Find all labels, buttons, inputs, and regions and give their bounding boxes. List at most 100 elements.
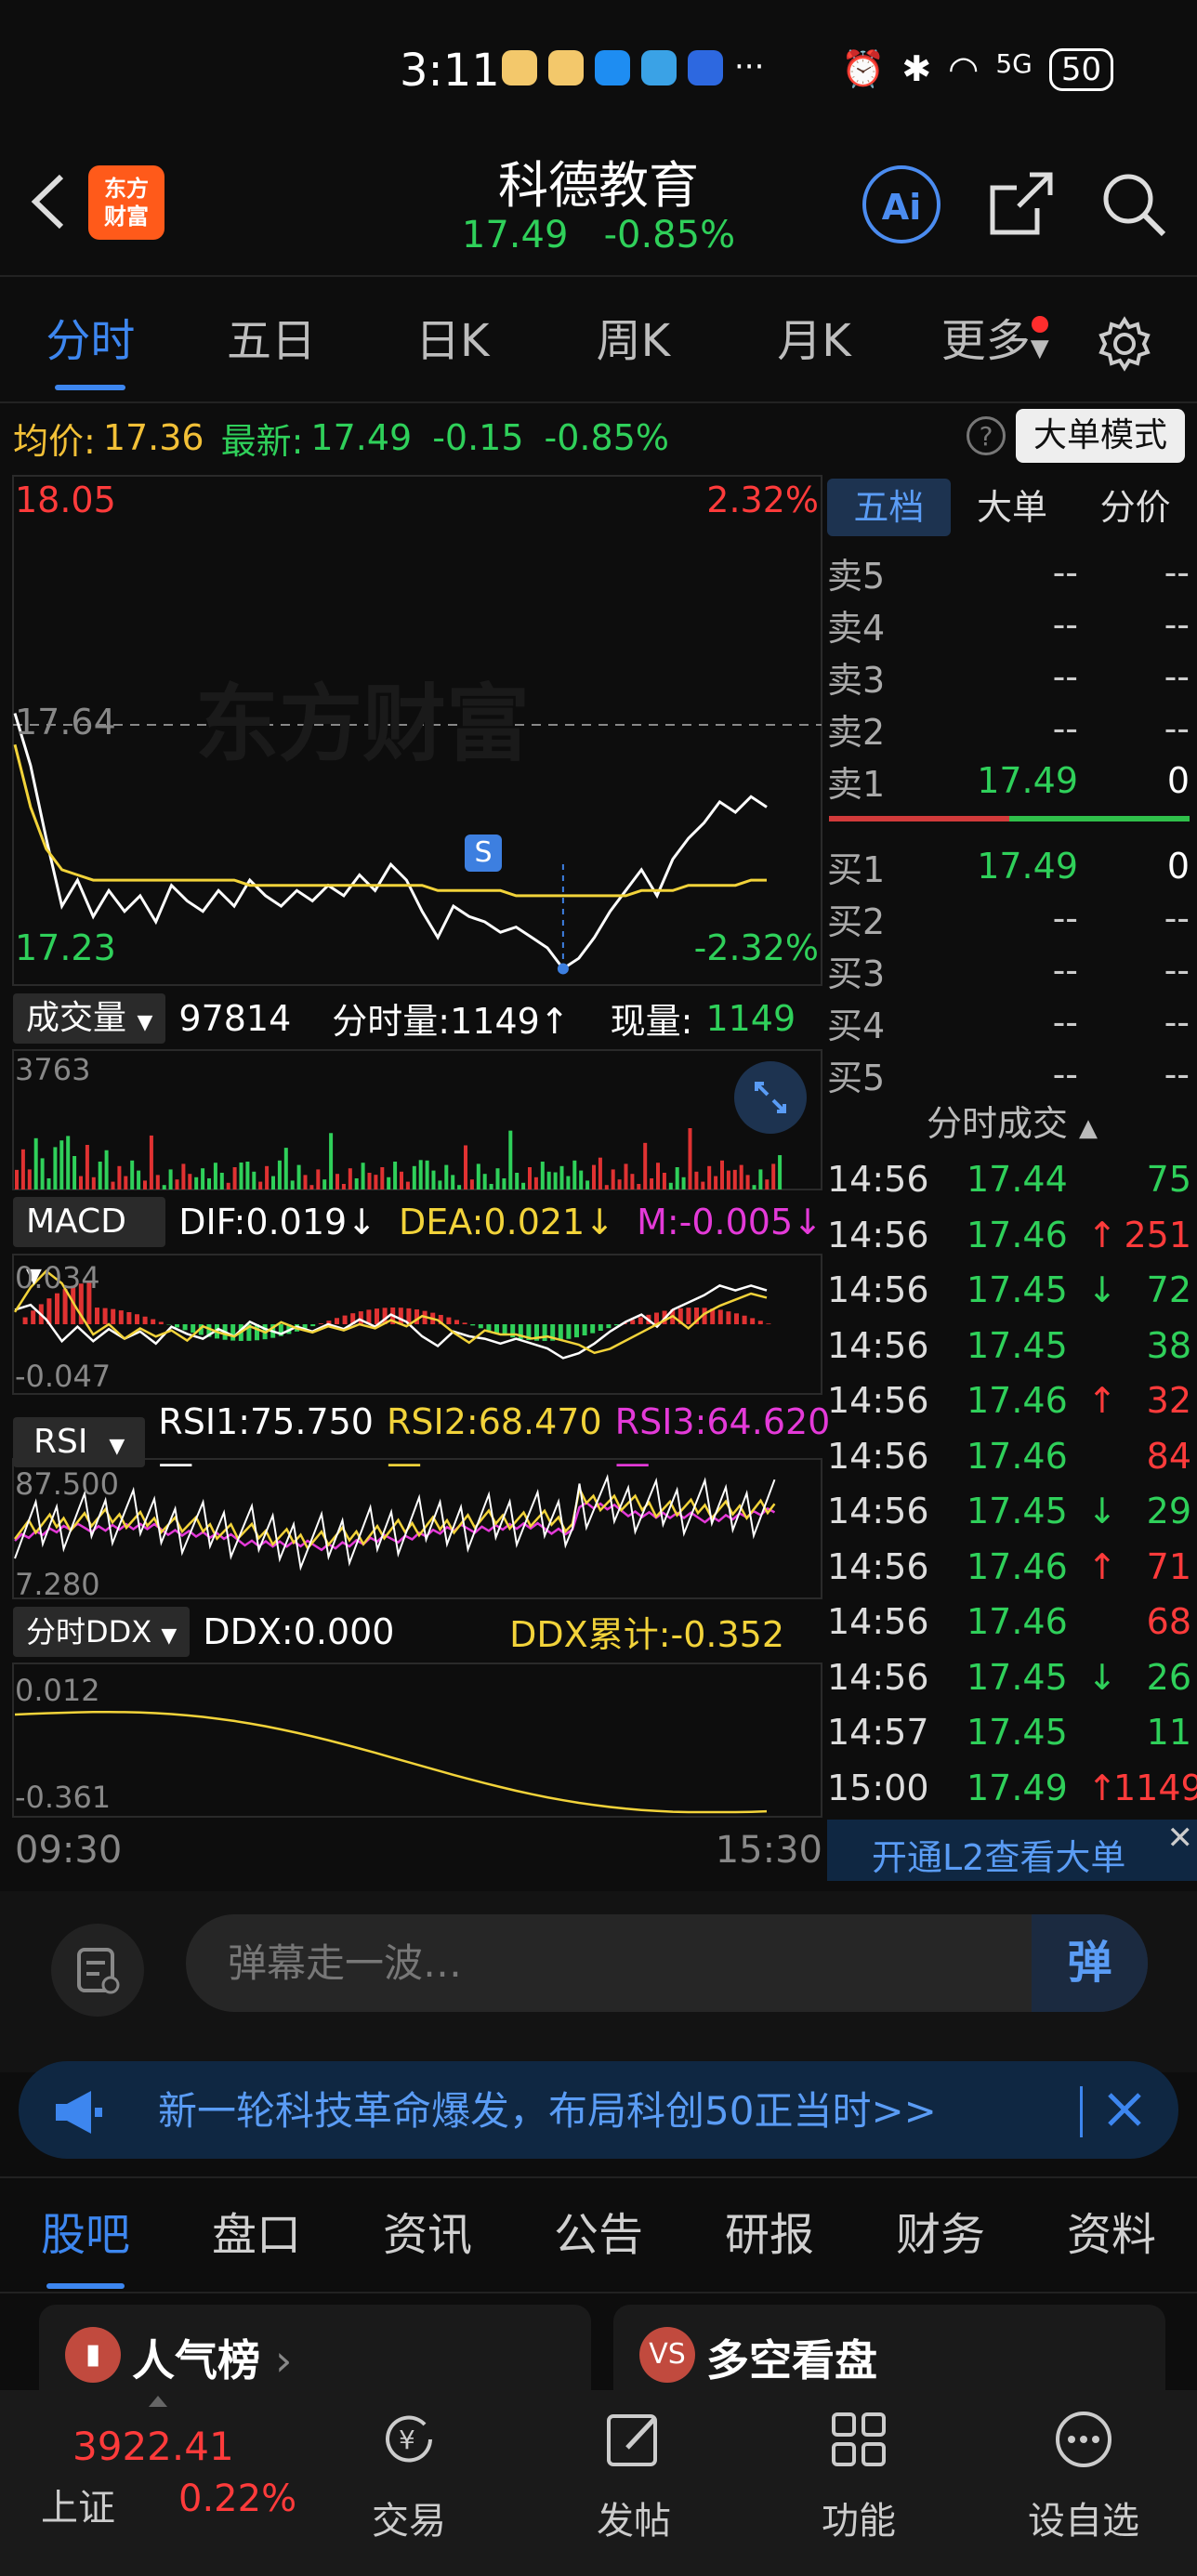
macd-bar xyxy=(118,1310,124,1324)
banner-text[interactable]: 新一轮科技革命爆发，布局科创50正当时>> xyxy=(158,2080,937,2136)
share-icon[interactable] xyxy=(983,167,1058,242)
tab-more[interactable]: 更多▼ xyxy=(904,283,1085,400)
l2-link-bar[interactable]: 开通L2查看大单 ✕ xyxy=(827,1820,1197,1881)
macd-m: M:-0.005↓ xyxy=(637,1202,822,1242)
macd-bar xyxy=(191,1324,196,1334)
volume-max-label: 3763 xyxy=(15,1052,91,1087)
ai-assistant-icon[interactable]: Ai xyxy=(862,165,940,243)
edit-icon xyxy=(607,2414,657,2466)
app-icon xyxy=(641,50,677,85)
help-icon[interactable]: ? xyxy=(967,416,1006,455)
banner-close-icon[interactable] xyxy=(1097,2082,1152,2137)
volume-bar xyxy=(124,1176,128,1189)
ask-row: 卖2 -- -- xyxy=(827,708,1190,753)
subtab-finance[interactable]: 财务 xyxy=(855,2184,1026,2291)
volume-bar xyxy=(444,1164,449,1189)
rsi3: RSI3:64.620— xyxy=(614,1401,831,1483)
subtab-profile[interactable]: 资料 xyxy=(1026,2184,1197,2291)
macd-bar xyxy=(686,1308,691,1324)
tab-intraday[interactable]: 分时 xyxy=(0,283,181,400)
volume-bar xyxy=(309,1185,314,1189)
rsi1-line xyxy=(14,1473,776,1571)
volume-bar xyxy=(207,1178,211,1189)
index-pct[interactable]: 0.22% xyxy=(178,2477,296,2520)
subtab-forum[interactable]: 股吧 xyxy=(0,2184,171,2291)
expand-icon[interactable] xyxy=(734,1061,807,1134)
macd-selector[interactable]: MACD ▼ xyxy=(13,1197,166,1288)
volume-bar xyxy=(412,1165,416,1189)
more-icon: ··· xyxy=(734,48,765,85)
tick-row: 14:56 17.46 ↑ 32 xyxy=(827,1380,1191,1421)
volume-bar xyxy=(15,1169,19,1189)
volume-bar xyxy=(374,1175,378,1189)
ticks-title[interactable]: 分时成交 ▲ xyxy=(827,1095,1197,1146)
volume-bar xyxy=(245,1162,250,1189)
tab-big-orders[interactable]: 大单 xyxy=(951,479,1074,536)
big-order-mode-button[interactable]: 大单模式 xyxy=(1016,409,1185,463)
volume-bar xyxy=(585,1180,590,1189)
close-icon[interactable]: ✕ xyxy=(1167,1820,1194,1857)
macd-bar xyxy=(335,1318,339,1324)
subtab-orderbook[interactable]: 盘口 xyxy=(171,2184,342,2291)
nav-post[interactable]: 发帖 xyxy=(541,2407,727,2544)
nav-add-watchlist[interactable]: 设自选 xyxy=(991,2407,1177,2544)
signal-icon: 5G xyxy=(995,48,1033,79)
danmaku-send-button[interactable]: 弹 xyxy=(1032,1914,1148,2012)
vs-icon: VS xyxy=(639,2327,695,2383)
danmaku-settings-icon[interactable] xyxy=(51,1924,144,2017)
ddx-top-label: 0.012 xyxy=(15,1673,100,1708)
macd-header: MACD ▼ DIF:0.019↓ DEA:0.021↓ M:-0.005↓ xyxy=(13,1197,822,1288)
l2-link[interactable]: 开通L2查看大单 xyxy=(872,1829,1125,1880)
signal-marker[interactable]: S xyxy=(465,835,502,872)
volume-bar xyxy=(592,1164,596,1189)
tick-row: 14:56 17.45 ↓ 26 xyxy=(827,1656,1191,1698)
volume-bar xyxy=(130,1160,135,1189)
volume-bar xyxy=(457,1185,462,1189)
volume-bar xyxy=(464,1145,467,1189)
intraday-chart[interactable]: 东方财富 xyxy=(0,474,822,1886)
price-low-label: 17.23 xyxy=(15,927,116,968)
macd-bar xyxy=(742,1315,747,1324)
search-icon[interactable] xyxy=(1097,167,1171,242)
volume-selector[interactable]: 成交量 ▼ xyxy=(13,992,166,1044)
tick-row: 14:57 17.45 11 xyxy=(827,1712,1191,1753)
macd-bottom-label: -0.047 xyxy=(15,1359,112,1394)
nav-trade[interactable]: ¥ 交易 xyxy=(316,2407,502,2544)
volume-bar xyxy=(553,1172,558,1189)
volume-total: 97814 xyxy=(178,997,292,1039)
order-book-tabs: 五档 大单 分价 xyxy=(827,474,1197,541)
wifi-icon: ◠ xyxy=(948,48,980,89)
latest-label: 最新: xyxy=(220,420,304,462)
subtab-news[interactable]: 资讯 xyxy=(342,2184,513,2291)
tab-price-dist[interactable]: 分价 xyxy=(1073,479,1197,536)
bid-row: 买5 -- -- xyxy=(827,1054,1190,1098)
tab-five-levels[interactable]: 五档 xyxy=(827,479,951,536)
subtab-announcements[interactable]: 公告 xyxy=(513,2184,684,2291)
macd-bar xyxy=(318,1323,323,1324)
tab-daily-k[interactable]: 日K xyxy=(362,283,543,400)
system-icons: ⏰ ✱ ◠ 5G 50 xyxy=(841,48,1114,91)
tab-monthly-k[interactable]: 月K xyxy=(724,283,905,400)
gear-icon[interactable] xyxy=(1097,316,1152,372)
volume-bar xyxy=(239,1162,243,1189)
volume-header: 成交量 ▼ 97814 分时量:1149↑ 现量: 1149 xyxy=(13,992,796,1044)
rsi-selector[interactable]: RSI ▼ xyxy=(13,1417,146,1467)
index-name[interactable]: 上证 xyxy=(41,2477,115,2531)
danmaku-input[interactable]: 弹幕走一波… xyxy=(186,1914,1148,2012)
volume-bar xyxy=(316,1169,321,1189)
macd-bar xyxy=(598,1324,603,1332)
macd-bar xyxy=(126,1311,132,1324)
chart-area[interactable]: 东方财富 18.05 2.32% 17.64 17.23 -2.32% S 成交… xyxy=(0,474,830,1886)
ddx-bottom-label: -0.361 xyxy=(15,1780,112,1815)
subtab-research[interactable]: 研报 xyxy=(684,2184,855,2291)
nav-functions[interactable]: 功能 xyxy=(766,2407,952,2544)
macd-bar xyxy=(462,1322,467,1324)
tab-weekly-k[interactable]: 周K xyxy=(543,283,724,400)
ddx-selector[interactable]: 分时DDX ▼ xyxy=(13,1606,191,1657)
bull-bear-title: 多空看盘 xyxy=(706,2335,877,2385)
index-value[interactable]: 3922.41 xyxy=(72,2424,234,2469)
tick-row: 14:56 17.46 ↑ 251 xyxy=(827,1214,1191,1255)
rsi-top-label: 87.500 xyxy=(15,1466,119,1502)
tab-five-day[interactable]: 五日 xyxy=(181,283,362,400)
volume-bar xyxy=(758,1169,763,1189)
